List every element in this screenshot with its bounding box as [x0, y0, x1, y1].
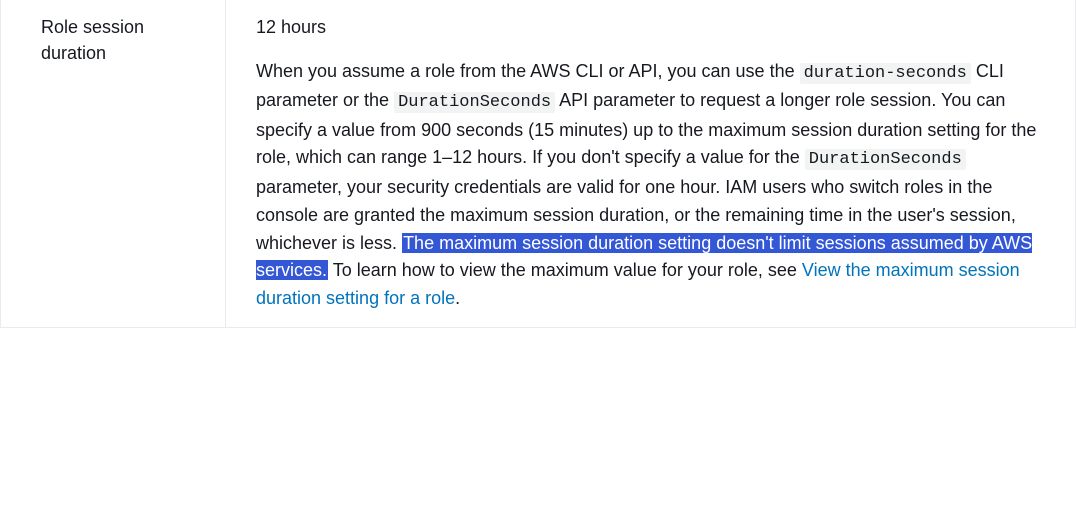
property-row: Role session duration 12 hours When you … [0, 0, 1076, 328]
property-label-cell: Role session duration [1, 0, 226, 327]
code-cli-param: duration-seconds [800, 63, 971, 84]
desc-text: To learn how to view the maximum value f… [328, 260, 802, 280]
property-content-cell: 12 hours When you assume a role from the… [226, 0, 1075, 327]
property-description: When you assume a role from the AWS CLI … [256, 58, 1037, 313]
property-value: 12 hours [256, 14, 1037, 42]
desc-text: When you assume a role from the AWS CLI … [256, 61, 800, 81]
desc-text: . [455, 288, 460, 308]
code-api-param-2: DurationSeconds [805, 149, 966, 170]
property-label: Role session duration [41, 17, 144, 63]
code-api-param: DurationSeconds [394, 92, 555, 113]
